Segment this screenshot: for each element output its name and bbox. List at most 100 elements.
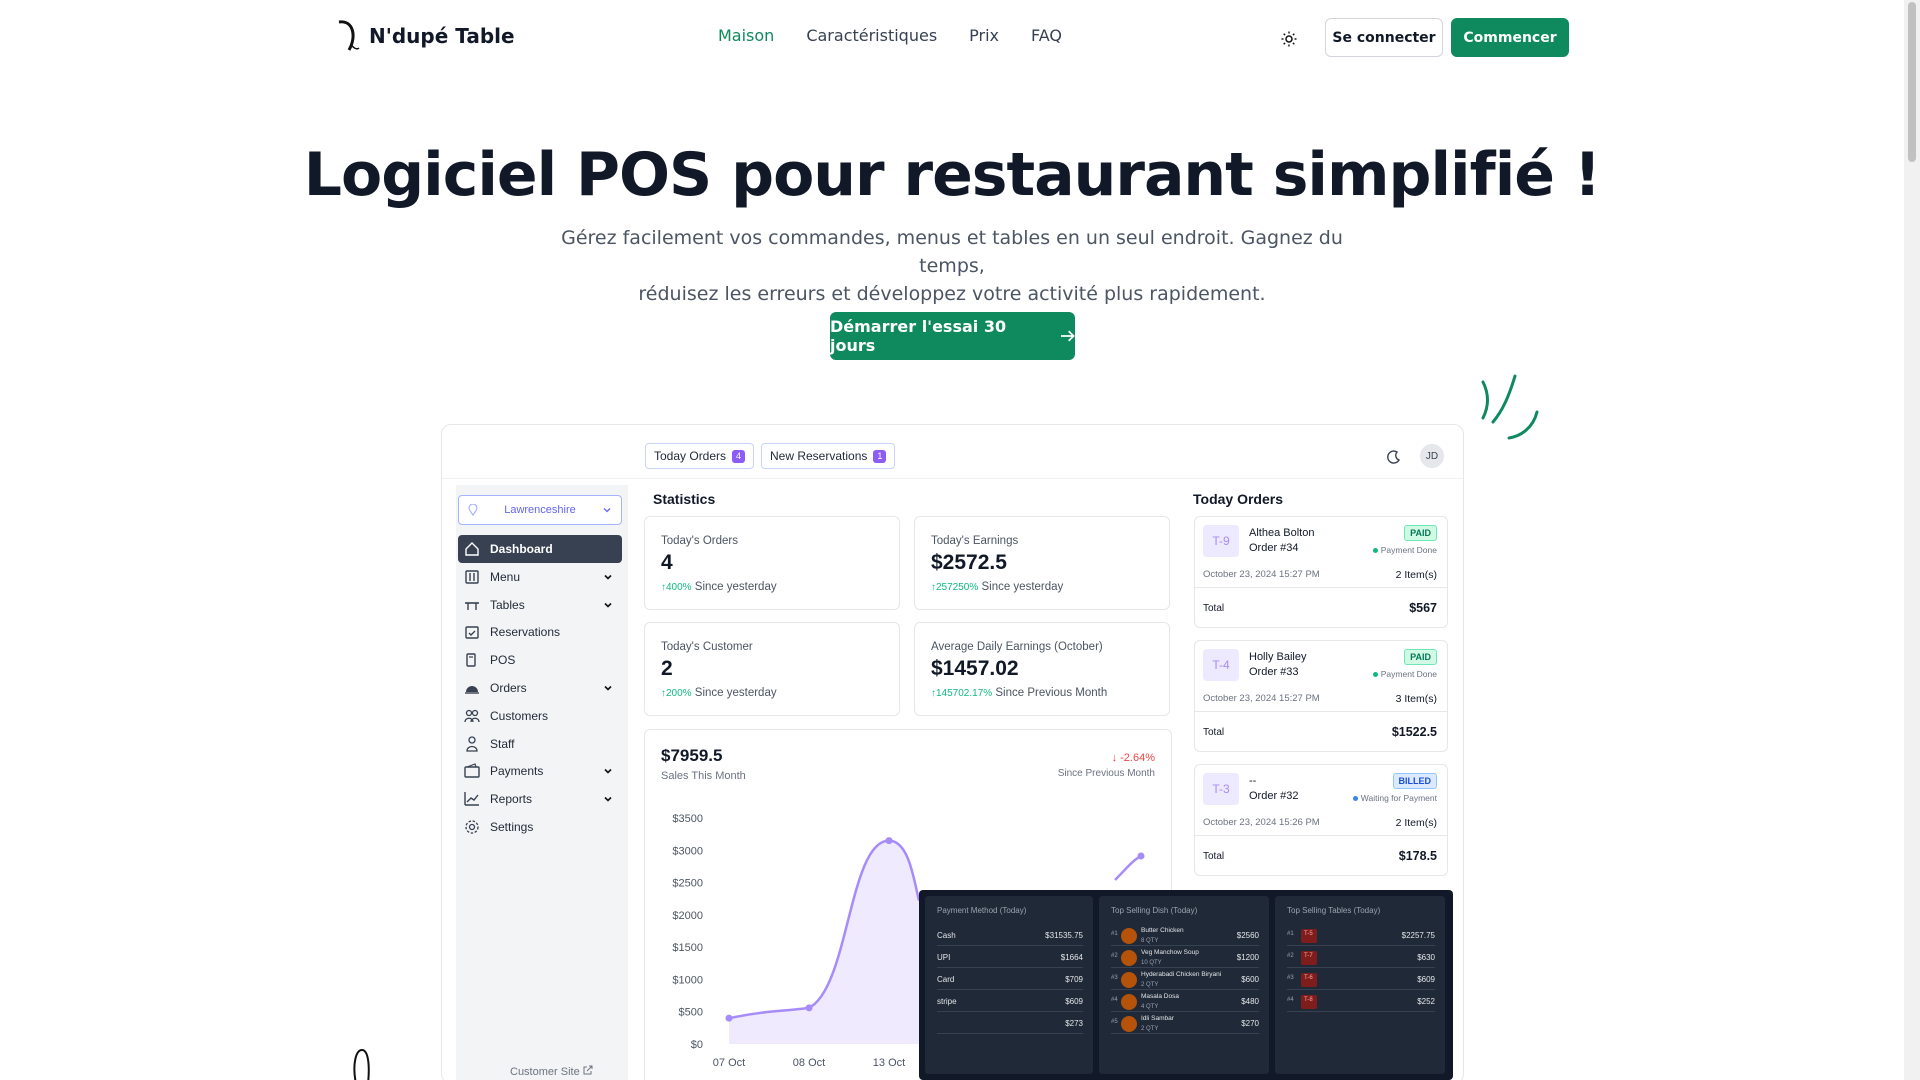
dish-name: Masala Dosa xyxy=(1141,993,1179,1000)
stat-change-value: 257250% xyxy=(936,582,979,593)
sales-point[interactable] xyxy=(725,1014,733,1022)
nav-link-maison[interactable]: Maison xyxy=(718,26,774,45)
chip-count: 1 xyxy=(873,449,887,463)
sales-point[interactable] xyxy=(805,1004,813,1012)
order-date: October 23, 2024 15:26 PM xyxy=(1203,817,1320,828)
payment-method-label: UPI xyxy=(937,953,951,962)
sidebar-item-customers[interactable]: Customers xyxy=(458,702,622,730)
dish-image xyxy=(1121,928,1137,944)
stat-since: Since yesterday xyxy=(694,581,777,593)
chip-label: Today Orders xyxy=(654,449,727,463)
divider xyxy=(1195,711,1447,712)
hero-title: Logiciel POS pour restaurant simplifié ! xyxy=(303,140,1601,210)
dish-rank: #1 xyxy=(1111,931,1118,937)
sales-point[interactable] xyxy=(885,837,893,845)
dish-qty: 4 QTY xyxy=(1141,1004,1159,1010)
payment-row: $273 xyxy=(937,1014,1083,1034)
payment-method-value: $31535.75 xyxy=(1045,931,1083,940)
sidebar-item-reservations[interactable]: Reservations xyxy=(458,618,622,646)
order-card[interactable]: T-9 Althea Bolton Order #34 PAID Payment Don… xyxy=(1194,516,1448,628)
scrollbar-thumb[interactable] xyxy=(1908,2,1916,162)
dashboard-sidebar: Lawrenceshire Dashboard Menu Tables Reserva… xyxy=(456,485,628,1080)
payment-status-text: Payment Done xyxy=(1380,545,1437,555)
dish-rank: #2 xyxy=(1111,953,1118,959)
dish-value: $480 xyxy=(1241,997,1259,1006)
order-customer: -- xyxy=(1249,775,1257,787)
order-items: 3 Item(s) xyxy=(1395,693,1437,705)
get-started-button[interactable]: Commencer xyxy=(1451,18,1569,57)
dashboard-topbar: Today Orders 4 New Reservations 1 JD xyxy=(442,425,1463,479)
nav-link-caracteristiques[interactable]: Caractéristiques xyxy=(806,26,937,45)
dish-rank: #3 xyxy=(1111,975,1118,981)
payment-row: Cash $31535.75 xyxy=(937,926,1083,946)
home-icon xyxy=(464,541,480,557)
y-tick-label: $2500 xyxy=(672,878,703,890)
decorative-strokes xyxy=(1481,374,1539,440)
stat-label: Today's Customer xyxy=(661,641,753,653)
dish-name: Hyderabadi Chicken Biryani xyxy=(1141,971,1222,978)
sidebar-item-dashboard[interactable]: Dashboard xyxy=(458,535,622,563)
sidebar-item-tables[interactable]: Tables xyxy=(458,591,622,619)
sidebar-item-payments[interactable]: Payments xyxy=(458,757,622,785)
payment-row: UPI $1664 xyxy=(937,948,1083,968)
sidebar-item-label: Payments xyxy=(490,764,544,779)
table-value: $252 xyxy=(1417,997,1435,1006)
y-tick-label: $1000 xyxy=(672,974,703,986)
status-badge: BILLED xyxy=(1392,773,1437,789)
dish-image xyxy=(1121,972,1137,988)
dashboard-preview: Today Orders 4 New Reservations 1 JD Law… xyxy=(441,424,1464,1080)
sidebar-item-settings[interactable]: Settings xyxy=(458,813,622,841)
customer-site-link[interactable]: Customer Site xyxy=(510,1065,593,1078)
cloche-icon xyxy=(464,680,480,696)
top-dish-column: Top Selling Dish (Today) #1 Butter Chicke… xyxy=(1099,896,1269,1074)
chevron-down-icon xyxy=(602,765,614,777)
status-badge: PAID xyxy=(1404,525,1437,541)
order-number: Order #34 xyxy=(1249,542,1299,554)
dish-image xyxy=(1121,1016,1137,1032)
dish-value: $2560 xyxy=(1236,931,1259,940)
today-orders-chip[interactable]: Today Orders 4 xyxy=(645,443,755,469)
sidebar-item-pos[interactable]: POS xyxy=(458,646,622,674)
order-card[interactable]: T-3 -- Order #32 BILLED Waiting for Payment O… xyxy=(1194,764,1448,876)
sidebar-item-menu[interactable]: Menu xyxy=(458,563,622,591)
dish-qty: 10 QTY xyxy=(1141,960,1162,966)
dish-name: Butter Chicken xyxy=(1141,927,1184,934)
stat-label: Today's Earnings xyxy=(931,535,1019,547)
location-select[interactable]: Lawrenceshire xyxy=(458,495,622,525)
chart-line-icon xyxy=(464,791,480,807)
payment-row: Card $709 xyxy=(937,970,1083,990)
table-rank: #4 xyxy=(1287,997,1294,1003)
login-button[interactable]: Se connecter xyxy=(1325,18,1443,57)
nav-link-prix[interactable]: Prix xyxy=(969,26,999,45)
moon-icon[interactable] xyxy=(1386,449,1402,465)
payment-method-value: $609 xyxy=(1065,997,1083,1006)
staff-icon xyxy=(464,735,480,752)
brand-logo[interactable]: N'dupé Table xyxy=(335,18,515,54)
new-reservations-chip[interactable]: New Reservations 1 xyxy=(761,443,896,469)
payment-status: Payment Done xyxy=(1372,669,1437,679)
decorative-loop xyxy=(353,1048,370,1080)
table-value: $2257.75 xyxy=(1401,931,1435,940)
sidebar-item-label: Customers xyxy=(490,708,549,723)
landing-page: N'dupé Table Maison Caractéristiques Pri… xyxy=(0,0,1920,1080)
start-trial-button[interactable]: Démarrer l'essai 30 jours xyxy=(830,312,1075,360)
table-rank: #1 xyxy=(1287,931,1294,937)
divider xyxy=(1195,587,1447,588)
table-icon xyxy=(464,597,480,613)
sidebar-item-orders[interactable]: Orders xyxy=(458,674,622,702)
theme-toggle-button[interactable] xyxy=(1277,27,1301,51)
stat-card-today-orders: Today's Orders 4 ↑400% Since yesterday xyxy=(644,516,900,610)
order-total: $178.5 xyxy=(1398,849,1437,863)
sidebar-item-staff[interactable]: Staff xyxy=(458,730,622,758)
order-card[interactable]: T-4 Holly Bailey Order #33 PAID Payment Done… xyxy=(1194,640,1448,752)
y-tick-label: $1500 xyxy=(672,942,703,954)
avatar[interactable]: JD xyxy=(1420,444,1444,468)
sales-point[interactable] xyxy=(1137,852,1145,860)
table-rank: #3 xyxy=(1287,975,1294,981)
page-scrollbar[interactable] xyxy=(1904,0,1920,1080)
nav-link-faq[interactable]: FAQ xyxy=(1031,26,1062,45)
y-tick-label: $2000 xyxy=(672,910,703,922)
stat-change: ↑257250% Since yesterday xyxy=(931,581,1063,593)
sidebar-item-label: Tables xyxy=(490,597,525,612)
sidebar-item-reports[interactable]: Reports xyxy=(458,785,622,813)
